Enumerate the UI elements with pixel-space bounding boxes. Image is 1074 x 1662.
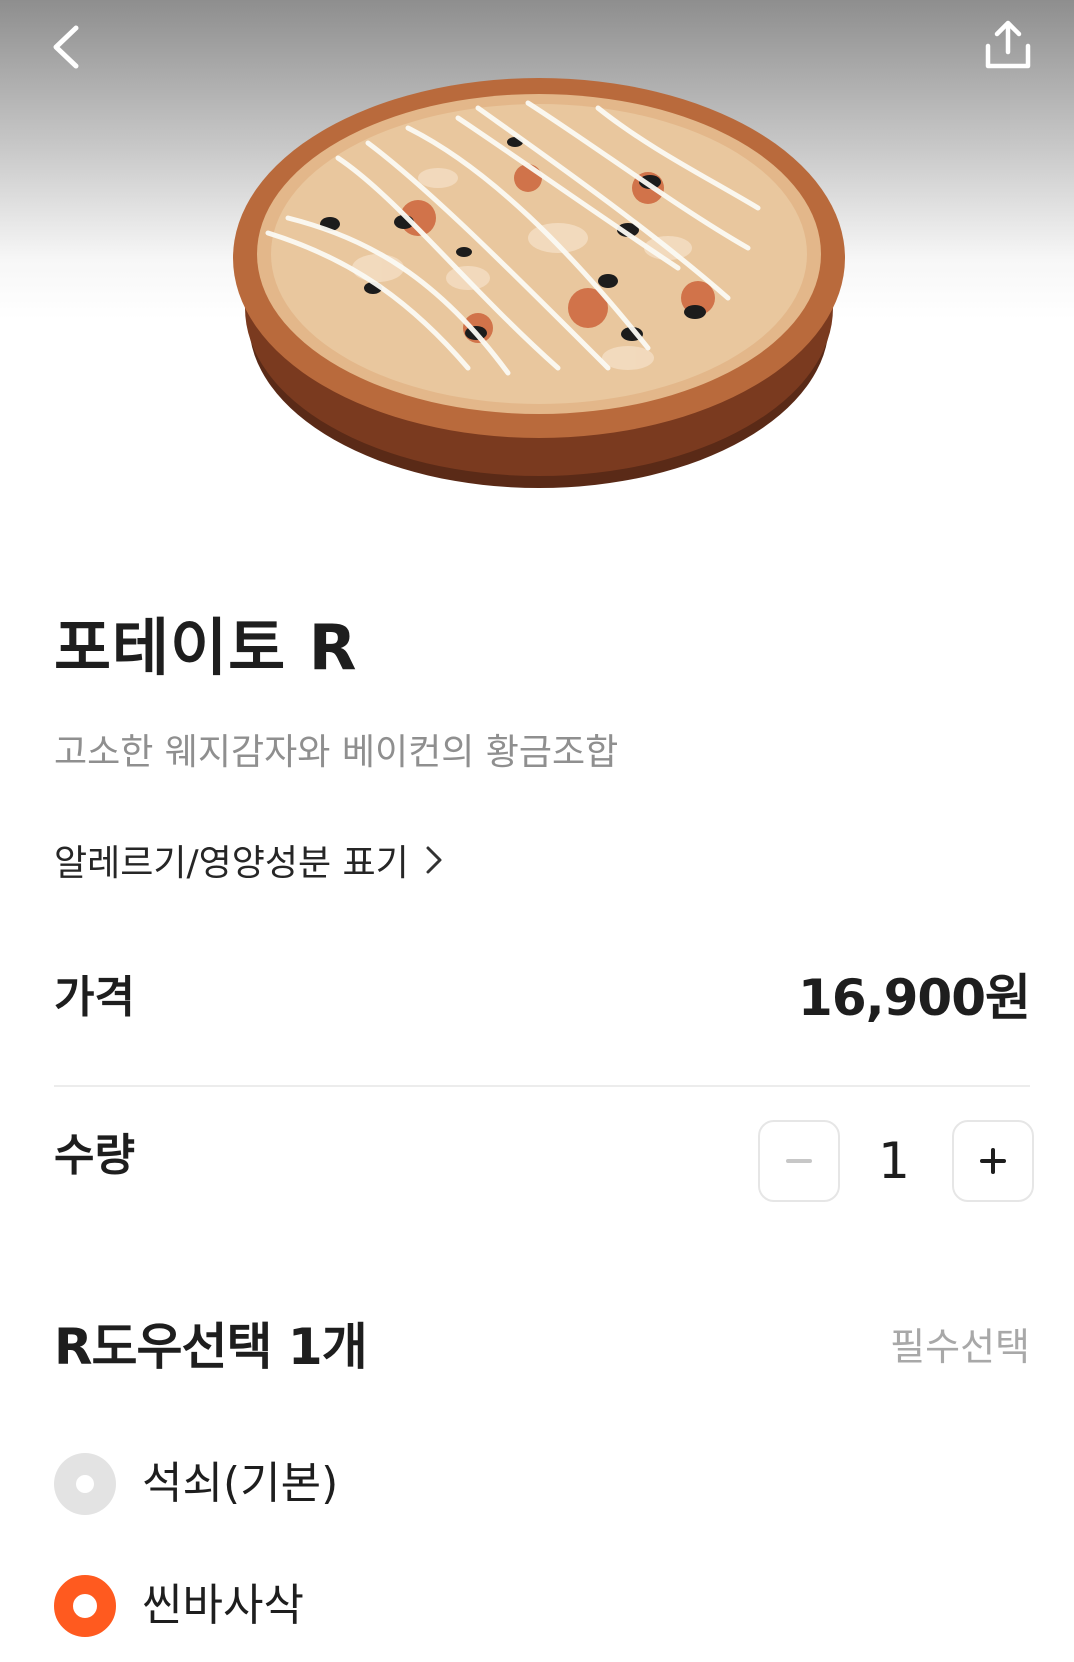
price-label: 가격 [54,972,135,1023]
quantity-increase-button[interactable] [952,1120,1034,1202]
radio-unselected[interactable] [54,1453,116,1515]
allergy-link-label: 알레르기/영양성분 표기 [54,843,409,884]
back-button[interactable] [46,22,92,72]
pizza-image [233,78,845,488]
product-title: 포테이토 R [54,611,358,684]
dough-option-grill[interactable]: 석쇠(기본) [54,1452,338,1516]
share-button[interactable] [980,18,1036,74]
minus-icon [786,1159,812,1163]
radio-selected[interactable] [54,1575,116,1637]
quantity-label: 수량 [54,1130,135,1181]
quantity-value: 1 [878,1132,910,1190]
quantity-decrease-button[interactable] [758,1120,840,1202]
dough-section-title: R도우선택 1개 [54,1318,368,1376]
price-value: 16,900원 [798,969,1031,1027]
hero-image-area [0,0,1074,560]
dough-option-label: 씬바사삭 [142,1580,304,1631]
chevron-left-icon [53,25,79,69]
share-icon [985,20,1031,69]
dough-option-label: 석쇠(기본) [142,1458,339,1509]
divider [54,1085,1030,1087]
required-badge: 필수선택 [890,1325,1030,1369]
dough-option-thin-crispy[interactable]: 씬바사삭 [54,1574,304,1638]
plus-icon [980,1148,1006,1174]
allergy-nutrition-link[interactable]: 알레르기/영양성분 표기 [54,835,443,885]
product-description: 고소한 웨지감자와 베이컨의 황금조합 [54,732,619,773]
chevron-right-icon [426,846,442,874]
